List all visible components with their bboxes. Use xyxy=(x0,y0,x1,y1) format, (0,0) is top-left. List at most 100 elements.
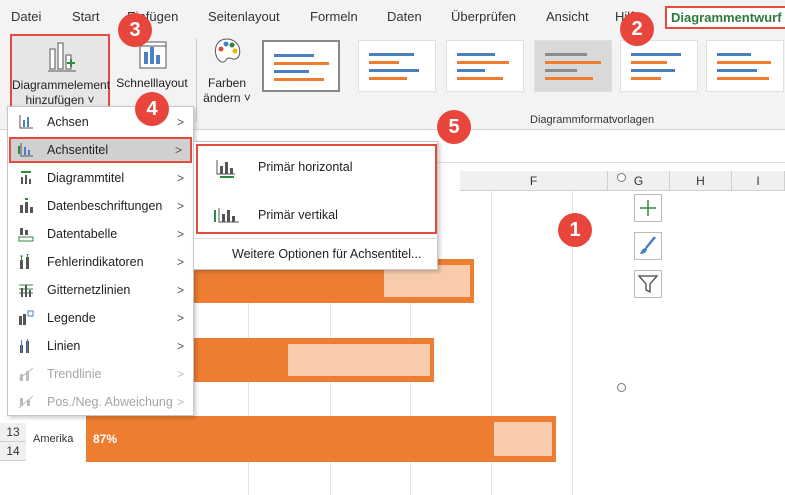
row-header-14[interactable]: 14 xyxy=(0,442,26,461)
up-down-bars-icon xyxy=(18,395,34,409)
submenu-separator xyxy=(194,238,437,239)
callout-badge: 5 xyxy=(437,110,471,144)
chevron-right-icon: > xyxy=(176,115,184,129)
callout-badge: 2 xyxy=(620,12,654,46)
change-colors-button[interactable]: Farben ändern ˅ xyxy=(202,36,252,106)
chart-style-thumbnail-1[interactable] xyxy=(262,40,340,92)
menu-item-label: Pos./Neg. Abweichung xyxy=(47,395,173,409)
menu-item-label: Fehlerindikatoren xyxy=(47,255,144,269)
chevron-right-icon: > xyxy=(176,255,184,269)
chevron-right-icon: > xyxy=(176,311,184,325)
chevron-right-icon: > xyxy=(176,283,184,297)
menu-item-label: Datenbeschriftungen xyxy=(47,199,163,213)
chart-filters-button[interactable] xyxy=(634,270,662,298)
chart-bar-america[interactable] xyxy=(86,416,556,462)
tab-home[interactable]: Start xyxy=(72,9,99,24)
change-colors-label-2: ändern ˅ xyxy=(203,91,251,105)
callout-badge: 1 xyxy=(558,213,592,247)
menu-item-label: Achsen xyxy=(47,115,89,129)
tab-page-layout[interactable]: Seitenlayout xyxy=(208,9,280,24)
chevron-right-icon: > xyxy=(176,227,184,241)
menu-item-gridlines[interactable]: Gitternetzlinien > xyxy=(9,277,192,303)
quick-layout-label: Schnelllayout xyxy=(116,76,188,90)
menu-item-error-bars[interactable]: Fehlerindikatoren > xyxy=(9,249,192,275)
add-chart-element-menu: Achsen > Achsentitel > Diagrammtitel > D… xyxy=(7,106,194,416)
submenu-item-label: Primär horizontal xyxy=(258,160,353,174)
data-table-icon xyxy=(18,228,34,242)
axes-icon xyxy=(19,115,33,129)
chevron-right-icon: > xyxy=(176,395,184,409)
menu-item-legend[interactable]: Legende > xyxy=(9,305,192,331)
menu-item-label: Diagrammtitel xyxy=(47,171,125,185)
menu-item-data-labels[interactable]: Datenbeschriftungen > xyxy=(9,193,192,219)
menu-item-label: Gitternetzlinien xyxy=(47,283,131,297)
menu-item-data-table[interactable]: Datentabelle > xyxy=(9,221,192,247)
chart-style-thumbnail-6[interactable] xyxy=(706,40,784,92)
data-label-america: 87% xyxy=(93,432,118,446)
tab-review[interactable]: Überprüfen xyxy=(451,9,516,24)
axis-titles-submenu: Primär horizontal Primär vertikal Weiter… xyxy=(193,141,438,270)
trendline-icon xyxy=(18,367,34,381)
menu-item-chart-title[interactable]: Diagrammtitel > xyxy=(9,165,192,191)
tab-file[interactable]: Datei xyxy=(11,9,41,24)
lines-icon xyxy=(20,339,29,353)
plus-icon xyxy=(640,200,656,216)
chart-resize-handle-right[interactable] xyxy=(617,383,626,392)
chart-resize-handle-top[interactable] xyxy=(617,173,626,182)
submenu-highlight-box: Primär horizontal Primär vertikal xyxy=(196,144,437,234)
menu-item-label: Trendlinie xyxy=(47,367,102,381)
menu-item-trendline: Trendlinie > xyxy=(9,361,192,387)
data-labels-icon xyxy=(20,198,33,213)
chart-styles-group-label: Diagrammformatvorlagen xyxy=(530,114,655,126)
palette-icon xyxy=(214,38,241,63)
tab-formulas[interactable]: Formeln xyxy=(310,9,358,24)
menu-item-up-down-bars: Pos./Neg. Abweichung > xyxy=(9,389,192,415)
ribbon-separator xyxy=(196,38,197,122)
column-header-f[interactable]: F xyxy=(460,171,608,191)
add-chart-element-icon xyxy=(48,42,76,72)
chart-style-thumbnail-2[interactable] xyxy=(358,40,436,92)
add-chart-element-label-1: Diagrammelement xyxy=(12,78,111,92)
more-axis-title-options[interactable]: Weitere Optionen für Achsentitel... xyxy=(232,247,421,261)
callout-badge: 3 xyxy=(118,13,152,47)
chart-elements-button[interactable] xyxy=(634,194,662,222)
menu-item-label: Legende xyxy=(47,311,96,325)
paintbrush-icon xyxy=(640,236,656,254)
primary-horizontal-axis-title-icon xyxy=(216,160,235,178)
submenu-item-label: Primär vertikal xyxy=(258,208,338,222)
tab-data[interactable]: Daten xyxy=(387,9,422,24)
menu-item-lines[interactable]: Linien > xyxy=(9,333,192,359)
category-label-america: Amerika xyxy=(33,433,74,445)
axis-title-icon xyxy=(18,143,33,157)
funnel-icon xyxy=(637,275,659,294)
quick-layout-button[interactable]: Schnelllayout xyxy=(112,36,192,91)
row-header-13[interactable]: 13 xyxy=(0,423,26,442)
legend-icon xyxy=(19,310,34,325)
chevron-right-icon: > xyxy=(176,367,184,381)
menu-item-label: Datentabelle xyxy=(47,227,118,241)
chart-style-thumbnail-4[interactable] xyxy=(534,40,612,92)
column-header-i[interactable]: I xyxy=(732,171,785,191)
chart-styles-button[interactable] xyxy=(634,232,662,260)
add-chart-element-button[interactable]: Diagrammelement hinzufügen ˅ xyxy=(10,34,110,108)
gridlines-icon xyxy=(19,284,33,297)
chart-bar-america-remainder xyxy=(494,422,552,456)
chart-style-thumbnail-3[interactable] xyxy=(446,40,524,92)
column-header-h[interactable]: H xyxy=(670,171,732,191)
primary-vertical-axis-title-icon xyxy=(214,208,239,223)
menu-item-label: Linien xyxy=(47,339,81,353)
chevron-right-icon: > xyxy=(176,171,184,185)
chart-title-icon xyxy=(21,171,31,184)
change-colors-label-1: Farben xyxy=(207,76,247,90)
menu-item-label: Achsentitel xyxy=(47,143,109,157)
chevron-right-icon: > xyxy=(174,143,182,157)
error-bars-icon xyxy=(20,254,29,269)
callout-badge: 4 xyxy=(135,92,169,126)
chart-bar-2-remainder xyxy=(288,344,430,376)
chevron-right-icon: > xyxy=(176,199,184,213)
tab-chart-design[interactable]: Diagrammentwurf xyxy=(665,6,785,29)
tab-view[interactable]: Ansicht xyxy=(546,9,589,24)
menu-item-axis-titles[interactable]: Achsentitel > xyxy=(9,137,192,163)
chevron-right-icon: > xyxy=(176,339,184,353)
chart-style-thumbnail-5[interactable] xyxy=(620,40,698,92)
